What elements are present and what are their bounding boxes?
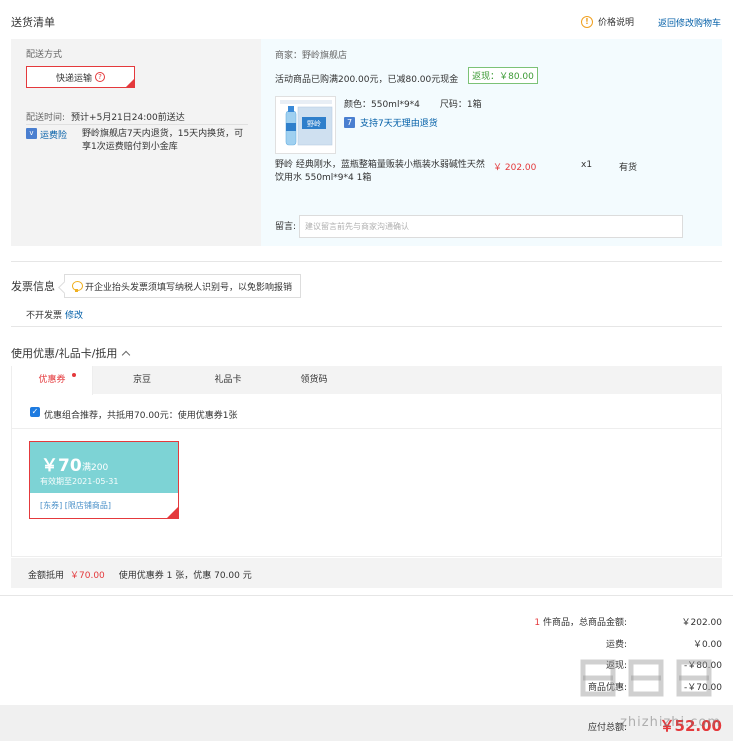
- help-icon[interactable]: ?: [95, 72, 105, 82]
- product-price: ￥ 202.00: [493, 163, 537, 173]
- info-icon: !: [581, 15, 593, 28]
- freight-insurance-desc: 野岭旗舰店7天内退货，15天内换货，可享1次运费赔付到小金库: [82, 129, 244, 152]
- delivery-time: 配送时间: 预计+5月21日24:00前送达: [26, 110, 185, 123]
- freight-insurance-link[interactable]: 运费险: [40, 128, 67, 141]
- shipping-method-label: 配送方式: [26, 50, 63, 60]
- new-dot-icon: [72, 373, 76, 377]
- divider: [26, 124, 248, 125]
- divider: [12, 428, 721, 429]
- coupon-validity: 有效期至2021-05-31: [40, 477, 119, 486]
- delivery-time-value: 预计+5月21日24:00前送达: [71, 113, 185, 123]
- invoice-status: 不开发票: [26, 311, 63, 321]
- return-icon: 7: [344, 117, 355, 128]
- svg-text:野岭: 野岭: [307, 119, 321, 128]
- invoice-tip-text: 开企业抬头发票须填写纳税人识别号，以免影响报销: [85, 282, 293, 293]
- shipping-fee-label: 运费:: [605, 640, 627, 650]
- shield-icon: v: [26, 128, 37, 139]
- coupon-section-title: 使用优惠/礼品卡/抵用: [11, 347, 118, 360]
- tab-jingdou[interactable]: 京豆: [102, 366, 182, 395]
- coupon-condition: 满200: [82, 463, 109, 473]
- product-color: 颜色：550ml*9*4: [344, 100, 420, 110]
- items-total-value: ￥202.00: [681, 618, 723, 628]
- water-case-icon: 野岭: [276, 97, 335, 153]
- items-total-label: 1 件商品，总商品金额:: [534, 615, 627, 628]
- coupon-summary: 金额抵用 ￥70.00 使用优惠券 1 张，优惠 70.00 元: [28, 568, 252, 581]
- tab-coupons-label: 优惠券: [38, 375, 66, 385]
- page-title: 送货清单: [11, 16, 55, 29]
- selected-corner-icon: [126, 79, 134, 87]
- product-image[interactable]: 野岭: [275, 96, 336, 154]
- tab-giftcard[interactable]: 礼品卡: [188, 366, 268, 395]
- selected-corner-icon: [166, 507, 178, 519]
- back-to-cart-link[interactable]: 返回修改购物车: [658, 16, 721, 29]
- recommend-label: 优惠组合推荐，共抵用70.00元：使用优惠券1张: [44, 411, 238, 421]
- return-policy-label: 支持7天无理由退货: [360, 119, 438, 129]
- tab-coupons[interactable]: 优惠券: [11, 366, 93, 395]
- divider: [11, 326, 722, 327]
- shipping-fee-value: ￥0.00: [692, 640, 722, 650]
- chevron-up-icon: [122, 350, 131, 360]
- cashback-badge: 返现：￥80.00: [468, 67, 538, 84]
- shipping-method-value: 快递运输: [55, 73, 92, 84]
- coupon-amount: ￥70: [41, 456, 82, 476]
- items-label: 件商品，总商品金额:: [542, 618, 627, 628]
- promo-text: 活动商品已购满200.00元，已减80.00元现金: [275, 75, 459, 85]
- return-policy[interactable]: 7 支持7天无理由退货: [344, 116, 438, 129]
- invoice-title: 发票信息: [11, 280, 55, 293]
- message-label: 留言:: [275, 222, 297, 232]
- invoice-modify-link[interactable]: 修改: [65, 308, 83, 321]
- watermark-text: zhizhizhi.com: [620, 715, 721, 730]
- summary-label: 金额抵用: [28, 571, 65, 581]
- product-attributes: 颜色：550ml*9*4 尺码：1箱: [344, 97, 482, 110]
- product-name[interactable]: 野岭 经典刚水，蓝瓶整箱量贩装小瓶装水弱碱性天然饮用水 550ml*9*4 1箱: [275, 159, 485, 185]
- recommend-checkbox[interactable]: ✓: [30, 407, 40, 417]
- price-info-label: 价格说明: [598, 18, 635, 28]
- product-quantity: x1: [581, 160, 593, 170]
- invoice-tip: 开企业抬头发票须填写纳税人识别号，以免影响报销: [64, 274, 301, 298]
- stock-status: 有货: [619, 163, 638, 173]
- coupon-section-toggle[interactable]: 使用优惠/礼品卡/抵用: [11, 345, 131, 361]
- tab-redeem-code[interactable]: 领货码: [274, 366, 354, 395]
- message-input[interactable]: [299, 215, 683, 238]
- coupon-tag: [东券] [限店铺商品]: [40, 501, 112, 510]
- price-info-link[interactable]: ! 价格说明: [581, 15, 634, 28]
- summary-text: 使用优惠券 1 张，优惠 70.00 元: [118, 571, 252, 581]
- divider: [0, 595, 733, 596]
- merchant-name: 商家：野岭旗舰店: [275, 51, 348, 61]
- divider: [11, 261, 722, 262]
- delivery-time-label: 配送时间:: [26, 113, 66, 123]
- product-size: 尺码：1箱: [439, 100, 482, 110]
- lightbulb-icon: [72, 280, 83, 292]
- items-count: 1: [534, 618, 541, 628]
- shipping-method-option[interactable]: 快递运输 ?: [26, 66, 135, 88]
- summary-amount: ￥70.00: [70, 571, 105, 581]
